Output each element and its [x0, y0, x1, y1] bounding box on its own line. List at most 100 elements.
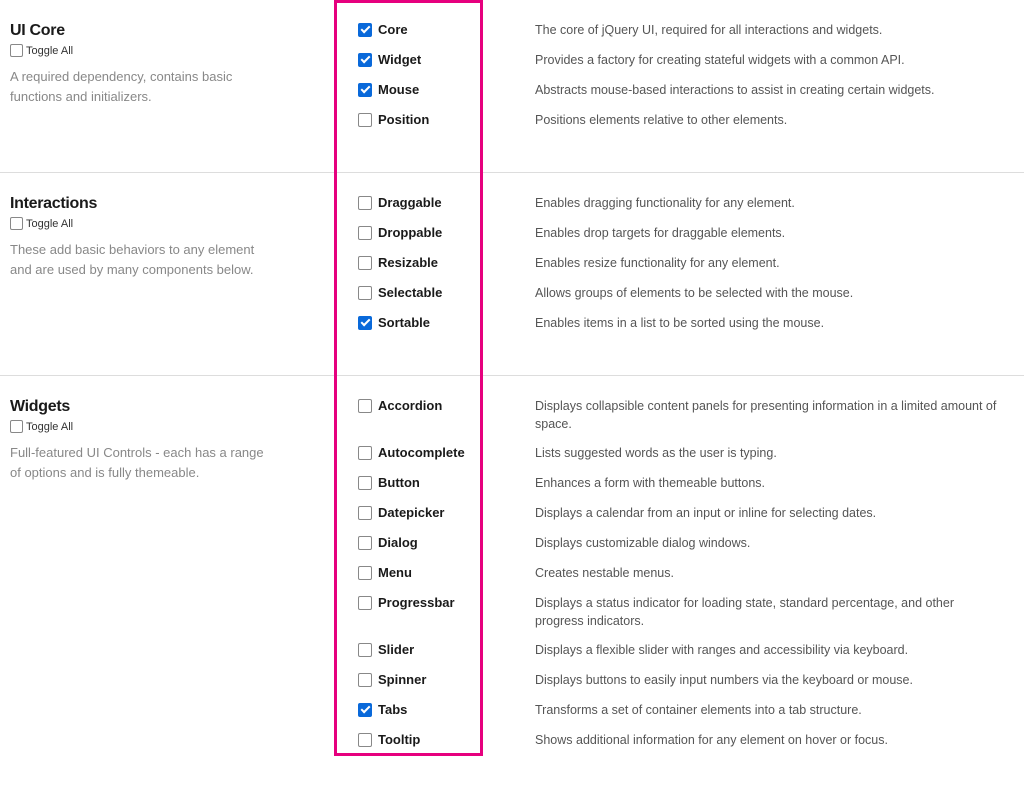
- component-label[interactable]: Mouse: [378, 82, 419, 97]
- component-checkbox-tooltip[interactable]: [358, 733, 372, 747]
- component-checkbox-autocomplete[interactable]: [358, 446, 372, 460]
- component-row: Resizable: [358, 255, 505, 273]
- component-label[interactable]: Core: [378, 22, 408, 37]
- toggle-all-checkbox[interactable]: [10, 217, 23, 230]
- component-row: Button: [358, 475, 505, 493]
- toggle-all-label[interactable]: Toggle All: [26, 421, 73, 433]
- component-checkbox-column: Core Widget Mouse Position: [350, 22, 505, 142]
- component-description: Enables resize functionality for any ele…: [535, 255, 1004, 273]
- component-checkbox-progressbar[interactable]: [358, 596, 372, 610]
- component-row: Core: [358, 22, 505, 40]
- section-sidebar: Interactions Toggle All These add basic be…: [10, 195, 350, 345]
- component-row: Draggable: [358, 195, 505, 213]
- section-title: Widgets: [10, 398, 350, 416]
- component-label[interactable]: Progressbar: [378, 595, 455, 610]
- component-checkbox-column: Draggable Droppable Resizable Selectable Sor…: [350, 195, 505, 345]
- component-description: Transforms a set of container elements i…: [535, 702, 1004, 720]
- component-description: Positions elements relative to other ele…: [535, 112, 1004, 130]
- section-sidebar: UI Core Toggle All A required dependency, …: [10, 22, 350, 142]
- component-label[interactable]: Draggable: [378, 195, 442, 210]
- component-checkbox-button[interactable]: [358, 476, 372, 490]
- component-checkbox-sortable[interactable]: [358, 316, 372, 330]
- component-label[interactable]: Dialog: [378, 535, 418, 550]
- component-row: Widget: [358, 52, 505, 70]
- component-checkbox-menu[interactable]: [358, 566, 372, 580]
- component-description: Shows additional information for any ele…: [535, 732, 1004, 750]
- component-label[interactable]: Menu: [378, 565, 412, 580]
- component-checkbox-accordion[interactable]: [358, 399, 372, 413]
- toggle-all-row: Toggle All: [10, 44, 350, 57]
- toggle-all-checkbox[interactable]: [10, 44, 23, 57]
- component-label[interactable]: Button: [378, 475, 420, 490]
- section-description: These add basic behaviors to any element…: [10, 240, 270, 279]
- component-label[interactable]: Position: [378, 112, 429, 127]
- component-description: Lists suggested words as the user is typ…: [535, 445, 1004, 463]
- component-checkbox-slider[interactable]: [358, 643, 372, 657]
- component-label[interactable]: Slider: [378, 642, 414, 657]
- component-description: Allows groups of elements to be selected…: [535, 285, 1004, 303]
- component-checkbox-draggable[interactable]: [358, 196, 372, 210]
- component-label[interactable]: Selectable: [378, 285, 442, 300]
- component-description: Displays buttons to easily input numbers…: [535, 672, 1004, 690]
- component-label[interactable]: Tooltip: [378, 732, 420, 747]
- component-label[interactable]: Droppable: [378, 225, 442, 240]
- component-description-column: Displays collapsible content panels for …: [505, 398, 1014, 762]
- component-row: Droppable: [358, 225, 505, 243]
- component-label[interactable]: Accordion: [378, 398, 442, 413]
- toggle-all-label[interactable]: Toggle All: [26, 45, 73, 57]
- component-checkbox-widget[interactable]: [358, 53, 372, 67]
- component-row: Accordion: [358, 398, 505, 433]
- component-description: Displays a calendar from an input or inl…: [535, 505, 1004, 523]
- component-row: Spinner: [358, 672, 505, 690]
- component-row: Mouse: [358, 82, 505, 100]
- component-label[interactable]: Widget: [378, 52, 421, 67]
- component-checkbox-mouse[interactable]: [358, 83, 372, 97]
- component-description: Displays a flexible slider with ranges a…: [535, 642, 1004, 660]
- component-description-column: Enables dragging functionality for any e…: [505, 195, 1014, 345]
- component-row: Dialog: [358, 535, 505, 553]
- component-checkbox-resizable[interactable]: [358, 256, 372, 270]
- component-label[interactable]: Spinner: [378, 672, 426, 687]
- component-description: The core of jQuery UI, required for all …: [535, 22, 1004, 40]
- section-description: A required dependency, contains basic fu…: [10, 67, 270, 106]
- section-widgets: WidgetsToggle AllFull-featured UI Contro…: [0, 376, 1024, 792]
- component-description: Displays customizable dialog windows.: [535, 535, 1004, 553]
- component-description: Displays a status indicator for loading …: [535, 595, 1004, 630]
- component-label[interactable]: Tabs: [378, 702, 407, 717]
- component-row: Menu: [358, 565, 505, 583]
- component-description: Displays collapsible content panels for …: [535, 398, 1004, 433]
- component-checkbox-datepicker[interactable]: [358, 506, 372, 520]
- component-checkbox-tabs[interactable]: [358, 703, 372, 717]
- component-row: Datepicker: [358, 505, 505, 523]
- component-row: Position: [358, 112, 505, 130]
- component-label[interactable]: Resizable: [378, 255, 438, 270]
- component-row: Tabs: [358, 702, 505, 720]
- component-description: Abstracts mouse-based interactions to as…: [535, 82, 1004, 100]
- component-description: Enables drop targets for draggable eleme…: [535, 225, 1004, 243]
- component-row: Progressbar: [358, 595, 505, 630]
- component-label[interactable]: Autocomplete: [378, 445, 465, 460]
- component-checkbox-selectable[interactable]: [358, 286, 372, 300]
- component-description: Enables dragging functionality for any e…: [535, 195, 1004, 213]
- section-title: Interactions: [10, 195, 350, 213]
- component-row: Tooltip: [358, 732, 505, 750]
- component-checkbox-column: Accordion Autocomplete Button Datepicker Dia…: [350, 398, 505, 762]
- toggle-all-checkbox[interactable]: [10, 420, 23, 433]
- download-builder: UI Core Toggle All A required dependency, …: [0, 0, 1024, 792]
- component-checkbox-droppable[interactable]: [358, 226, 372, 240]
- toggle-all-row: Toggle All: [10, 217, 350, 230]
- component-checkbox-spinner[interactable]: [358, 673, 372, 687]
- toggle-all-row: Toggle All: [10, 420, 350, 433]
- component-description: Provides a factory for creating stateful…: [535, 52, 1004, 70]
- component-checkbox-core[interactable]: [358, 23, 372, 37]
- component-description: Enhances a form with themeable buttons.: [535, 475, 1004, 493]
- component-label[interactable]: Datepicker: [378, 505, 444, 520]
- component-description: Enables items in a list to be sorted usi…: [535, 315, 1004, 333]
- component-checkbox-dialog[interactable]: [358, 536, 372, 550]
- component-checkbox-position[interactable]: [358, 113, 372, 127]
- component-row: Sortable: [358, 315, 505, 333]
- component-label[interactable]: Sortable: [378, 315, 430, 330]
- section-title: UI Core: [10, 22, 350, 40]
- toggle-all-label[interactable]: Toggle All: [26, 218, 73, 230]
- component-row: Selectable: [358, 285, 505, 303]
